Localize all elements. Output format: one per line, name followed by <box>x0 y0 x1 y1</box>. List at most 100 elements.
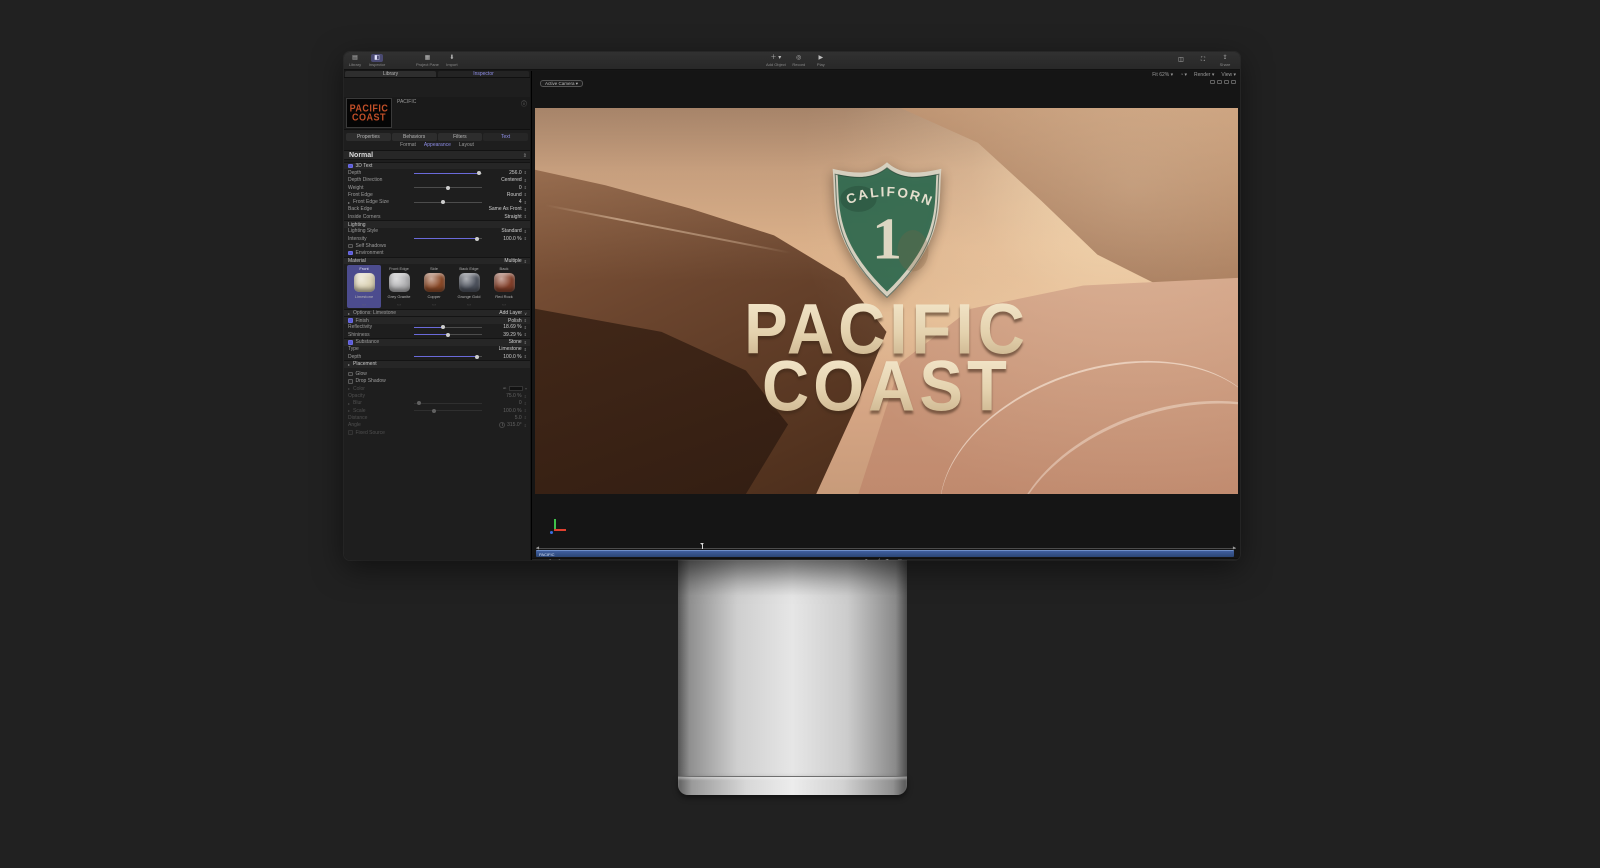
row-inside-corners[interactable]: Inside CornersStraight⇕ <box>344 213 530 220</box>
checkbox-drop-shadow[interactable] <box>348 379 353 384</box>
inspector-button[interactable]: ◧Inspector <box>368 53 386 69</box>
checkbox-3d-text[interactable] <box>348 164 353 169</box>
rectangle-tool[interactable]: ■ ▾ <box>853 559 859 560</box>
row-3d-text[interactable]: 3D Text <box>344 162 530 169</box>
row-depth-direction[interactable]: Depth DirectionCentered⇕ <box>344 177 530 184</box>
disclosure-icon[interactable]: ▸ <box>348 362 351 367</box>
checkbox-finish[interactable] <box>348 318 353 323</box>
add-layer-popup-icon[interactable]: ∨ <box>524 311 527 316</box>
inspector-tab-properties[interactable]: Properties <box>346 133 391 141</box>
row-placement[interactable]: ▸Placement <box>344 360 530 367</box>
slider-blur[interactable] <box>414 403 482 404</box>
material-stepper-icon[interactable]: ‹ › <box>397 303 400 307</box>
blend-mode-value[interactable]: Normal <box>349 152 373 159</box>
slider-depth[interactable] <box>414 356 482 357</box>
material-stepper-icon[interactable]: ‹ › <box>467 303 470 307</box>
row-color[interactable]: ▸Color✒▾ <box>344 385 530 392</box>
layout-4up-button[interactable] <box>1231 80 1236 84</box>
checkbox-substance[interactable] <box>348 340 353 345</box>
text-tool[interactable]: T ▾ <box>886 559 892 560</box>
row-front-edge[interactable]: Front EdgeRound⇕ <box>344 191 530 198</box>
pen-tool[interactable]: ✎ ▾ <box>558 559 565 560</box>
row-intensity[interactable]: Intensity100.0 %⇕ <box>344 235 530 242</box>
subtab-appearance[interactable]: Appearance <box>424 142 451 149</box>
row-opacity[interactable]: Opacity75.0 %⇕ <box>344 392 530 399</box>
row-self-shadows[interactable]: Self Shadows <box>344 242 530 249</box>
row-depth[interactable]: Depth256.0⇕ <box>344 169 530 176</box>
view-menu[interactable]: View ▾ <box>1221 72 1236 78</box>
disclosure-icon[interactable]: ▸ <box>348 386 351 391</box>
select-transform-tool[interactable]: ➤ ▾ <box>535 559 542 560</box>
project-pane-button[interactable]: ▦Project Pane <box>416 53 439 69</box>
stepper-icon[interactable]: ⇕ <box>524 200 527 205</box>
blend-mode-header[interactable]: Normal ⇕ <box>344 150 530 160</box>
panel-tab-inspector[interactable]: Inspector <box>438 71 529 77</box>
angle-dial[interactable] <box>499 422 505 428</box>
video-frame[interactable]: CALIFORNIA 1 PACIFIC COAST <box>535 108 1238 494</box>
row-lighting-style[interactable]: Lighting StyleStandard⇕ <box>344 228 530 235</box>
record-button[interactable]: ◎Record <box>790 53 808 69</box>
stepper-icon[interactable]: ⇕ <box>524 408 527 413</box>
slider-front-edge-size[interactable] <box>414 202 482 203</box>
stepper-icon[interactable]: ⇕ <box>524 415 527 420</box>
library-button[interactable]: ▤Library <box>346 53 364 69</box>
slider-knob[interactable] <box>446 186 450 190</box>
material-stepper-icon[interactable]: ‹ › <box>502 303 505 307</box>
line-tool[interactable]: ╱ <box>877 559 880 560</box>
slider-intensity[interactable] <box>414 238 482 239</box>
slider-knob[interactable] <box>441 325 445 329</box>
row-type[interactable]: TypeLimestone⇕ <box>344 346 530 353</box>
row-depth[interactable]: Depth100.0 %⇕ <box>344 353 530 360</box>
row-back-edge[interactable]: Back EdgeSame As Front⇕ <box>344 206 530 213</box>
disclosure-icon[interactable]: ▸ <box>348 401 351 406</box>
add-layer-button[interactable]: Add Layer <box>499 310 522 316</box>
subtab-layout[interactable]: Layout <box>459 142 474 149</box>
playhead[interactable] <box>702 543 703 549</box>
paint-tool[interactable]: ▣ ▾ <box>897 559 904 560</box>
stepper-icon[interactable]: ⇕ <box>524 259 527 264</box>
row-blur[interactable]: ▸Blur0⇕ <box>344 400 530 407</box>
checkbox-self-shadows[interactable] <box>348 244 353 249</box>
stepper-icon[interactable]: ⇕ <box>524 236 527 241</box>
inspector-tab-text[interactable]: Text <box>483 133 528 141</box>
material-well-copper[interactable]: SideCopper‹ › <box>417 265 451 308</box>
disclosure-icon[interactable]: ▸ <box>348 408 351 413</box>
zoom-level-popup[interactable]: Fit 62% ▾ <box>1152 72 1173 78</box>
disclosure-icon[interactable]: ▸ <box>348 311 351 316</box>
checkbox-fixed-source[interactable] <box>348 430 353 435</box>
stepper-icon[interactable]: ⇕ <box>524 347 527 352</box>
row-drop-shadow[interactable]: Drop Shadow <box>344 378 530 385</box>
row-lighting[interactable]: Lighting <box>344 220 530 227</box>
stepper-icon[interactable]: ⇕ <box>524 401 527 406</box>
row-options-limestone[interactable]: ▸Options: LimestoneAdd Layer∨ <box>344 309 530 316</box>
material-well-limestone[interactable]: FrontLimestone‹ › <box>347 265 381 308</box>
mini-timeline-bar[interactable]: PACIFIC <box>536 550 1234 557</box>
stepper-icon[interactable]: ⇕ <box>524 340 527 345</box>
row-glow[interactable]: Glow <box>344 371 530 378</box>
row-front-edge-size[interactable]: ▸Front Edge Size4⇕ <box>344 198 530 205</box>
slider-knob[interactable] <box>432 409 436 413</box>
row-weight[interactable]: Weight0⇕ <box>344 184 530 191</box>
layout-1up-button[interactable] <box>1210 80 1215 84</box>
render-menu[interactable]: Render ▾ <box>1194 72 1214 78</box>
play-button[interactable]: ▶Play <box>812 53 830 69</box>
slider-depth[interactable] <box>414 173 482 174</box>
row-distance[interactable]: Distance5.0⇕ <box>344 414 530 421</box>
row-substance[interactable]: SubstanceStone⇕ <box>344 338 530 345</box>
row-shininess[interactable]: Shininess39.29 %⇕ <box>344 331 530 338</box>
stepper-icon[interactable]: ⇕ <box>524 185 527 190</box>
row-finish[interactable]: FinishPolish⇕ <box>344 316 530 323</box>
subtab-format[interactable]: Format <box>400 142 416 149</box>
row-reflectivity[interactable]: Reflectivity18.69 %⇕ <box>344 324 530 331</box>
slider-weight[interactable] <box>414 187 482 188</box>
import-button[interactable]: ⬇Import <box>443 53 461 69</box>
stepper-icon[interactable]: ⇕ <box>524 318 527 323</box>
eyedropper-icon[interactable]: ✒ <box>503 386 507 392</box>
material-well-grey-granite[interactable]: Front EdgeGrey Granite‹ › <box>382 265 416 308</box>
stepper-icon[interactable]: ⇕ <box>524 423 527 428</box>
project-row[interactable]: PACIFIC COAST PACIFIC ⓘ <box>344 97 530 130</box>
layout-2up-button[interactable] <box>1217 80 1222 84</box>
material-well-red-rock[interactable]: BackRed Rock‹ › <box>487 265 521 308</box>
info-icon[interactable]: ⓘ <box>521 99 527 108</box>
active-camera-popup[interactable]: Active Camera ▾ <box>540 80 583 87</box>
